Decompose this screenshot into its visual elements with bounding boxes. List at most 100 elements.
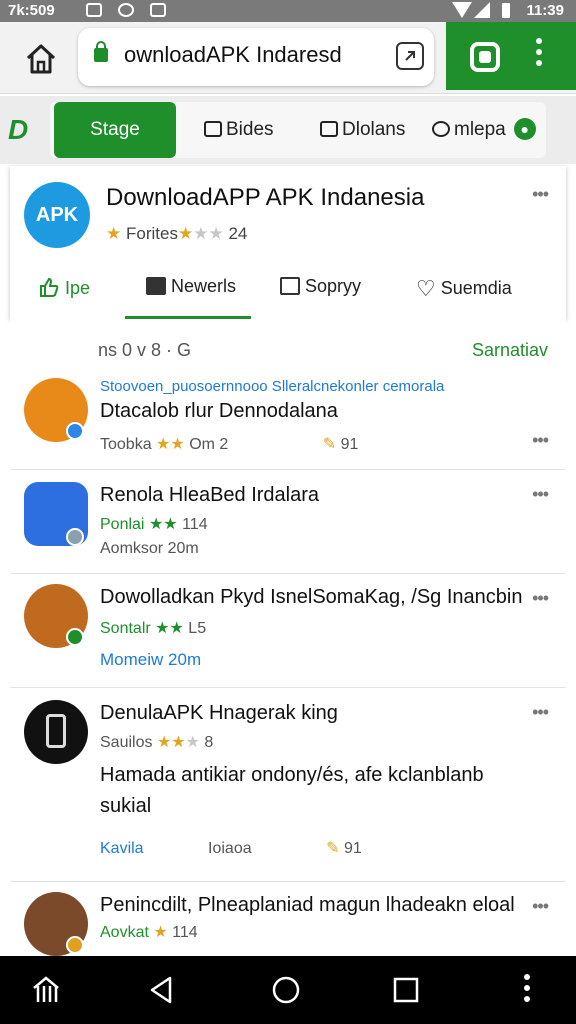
notification-icon xyxy=(86,3,102,17)
list-item[interactable]: Stoovoen_puosoernnooo Slleralcnekonler c… xyxy=(10,370,566,470)
more-icon[interactable]: ••• xyxy=(532,484,549,505)
status-bar: 7k:509 11:39 xyxy=(0,0,576,22)
message-icon xyxy=(150,3,166,17)
more-icon[interactable]: ••• xyxy=(532,896,549,917)
more-icon[interactable]: ••• xyxy=(532,184,549,205)
app-title: DownloadAPP APK Indanesia xyxy=(106,184,425,211)
item-title: Dowolladkan Pkyd IsnelSomaKag, /Sg Inanc… xyxy=(100,586,523,608)
rating-count: 24 xyxy=(228,224,248,243)
image-icon xyxy=(146,277,166,295)
star-icon: ★★ xyxy=(148,516,178,533)
thumb-icon: ✎ xyxy=(322,436,337,453)
nav-tab-bides[interactable]: Bides xyxy=(204,102,274,158)
thumbs-up-icon xyxy=(40,277,59,297)
item-meta: Aomksor 20m xyxy=(100,540,199,557)
item-meta: Toobka ★★ Om 2 ✎ 91 xyxy=(100,436,359,453)
url-text: ownloadAPK Indaresd xyxy=(124,42,342,67)
item-title: Dtacalob rlur Dennodalana xyxy=(100,400,338,422)
star-icon: ★★ xyxy=(155,620,184,637)
circle-icon xyxy=(432,121,450,137)
item-sub: Sauilos ★★★ 8 xyxy=(100,734,214,751)
star-icon: ★★ xyxy=(156,734,186,751)
star-icon: ★ xyxy=(106,224,122,243)
home-circle-icon[interactable] xyxy=(270,974,302,1006)
overflow-icon[interactable] xyxy=(524,974,532,1006)
phone-icon xyxy=(46,714,66,748)
nav-tab-stage[interactable]: Stage xyxy=(54,102,176,158)
item-meta: Kavila Ioiaoa ✎ 91 xyxy=(100,840,362,857)
nav-tab-label: Stage xyxy=(90,119,140,140)
tab-newerls[interactable]: Newerls xyxy=(146,276,236,297)
item-sub: Ponlai ★★ 114 xyxy=(100,516,208,533)
grid-icon xyxy=(204,121,222,137)
address-bar[interactable]: ownloadAPK Indaresd xyxy=(78,28,434,86)
status-time-left: 7k:509 xyxy=(8,2,55,19)
wifi-icon xyxy=(452,2,472,18)
tab-label: Sopryy xyxy=(305,276,362,296)
rating-label: Forites xyxy=(125,224,178,243)
app-rating: ★ Forites★★★ 24 xyxy=(106,224,247,244)
tab-switcher-button[interactable] xyxy=(396,42,424,70)
nav-tab-label: Bides xyxy=(226,119,274,140)
more-icon[interactable]: ••• xyxy=(532,430,549,451)
status-time-right: 11:39 xyxy=(526,2,564,19)
site-nav: D Stage Bides Dlolans mlepa ● xyxy=(0,96,576,164)
nav-tab-label: mlepa xyxy=(454,119,506,140)
nav-tab-dlolans[interactable]: Dlolans xyxy=(320,102,405,158)
thumb-icon: ✎ xyxy=(326,840,340,857)
item-meta: Momeiw 20m xyxy=(100,650,202,669)
more-icon[interactable]: ••• xyxy=(532,588,549,609)
nav-tab-label: Dlolans xyxy=(342,119,406,140)
app-list: ns 0 v 8 · G Sarnatiav Stoovoen_puosoern… xyxy=(10,320,566,960)
tab-suemdia[interactable]: ♡ Suemdia xyxy=(416,276,512,302)
home-icon[interactable] xyxy=(22,40,60,78)
lock-icon xyxy=(94,41,108,62)
app-tabs: Ipe Newerls Sopryy ♡ Suemdia xyxy=(10,264,566,320)
list-item[interactable]: DenulaAPK Hnagerak king Sauilos ★★★ 8 Ha… xyxy=(10,688,566,882)
item-sub: Aovkat ★ 114 xyxy=(100,924,198,941)
account-icon[interactable]: ● xyxy=(513,118,536,140)
list-item[interactable]: Renola HleaBed Irdalara Ponlai ★★ 114 Ao… xyxy=(10,470,566,574)
back-icon[interactable] xyxy=(146,974,178,1006)
active-tab-indicator xyxy=(125,316,251,319)
browser-actions xyxy=(446,22,576,90)
tab-label: Suemdia xyxy=(440,278,512,298)
item-top-text: Stoovoen_puosoernnooo Slleralcnekonler c… xyxy=(100,378,445,395)
system-nav-bar xyxy=(0,956,576,1024)
item-description: Hamada antikiar ondony/és, afe kclanblan… xyxy=(100,764,484,817)
square-icon xyxy=(320,121,338,137)
badge-icon xyxy=(66,528,84,546)
menu-dots-icon[interactable] xyxy=(536,38,544,74)
nav-tab-mlepa[interactable]: mlepa ● xyxy=(432,102,536,158)
tab-label: Newerls xyxy=(171,276,237,296)
list-item[interactable]: Dowolladkan Pkyd IsnelSomaKag, /Sg Inanc… xyxy=(10,574,566,688)
list-item[interactable]: Penincdilt, Plneaplaniad magun lhadeakn … xyxy=(10,882,566,960)
more-icon[interactable]: ••• xyxy=(532,702,549,723)
star-icon: ★ xyxy=(208,224,224,243)
launcher-icon[interactable] xyxy=(30,974,62,1006)
app-icon xyxy=(24,700,88,764)
star-icon: ★ xyxy=(193,224,209,243)
apk-logo: APK xyxy=(24,182,90,248)
item-sub: Sontalr ★★ L5 xyxy=(100,620,207,637)
sync-icon xyxy=(118,3,134,17)
camera-icon[interactable] xyxy=(470,42,500,72)
star-icon: ★★ xyxy=(156,436,185,453)
nav-tabs: Stage Bides Dlolans mlepa ● xyxy=(50,102,546,158)
list-sort-link[interactable]: Sarnatiav xyxy=(472,340,548,361)
heart-icon: ♡ xyxy=(416,276,436,301)
tab-ipe[interactable]: Ipe xyxy=(38,276,90,299)
tab-label: Ipe xyxy=(65,278,91,298)
tab-sopryy[interactable]: Sopryy xyxy=(280,276,361,297)
browser-toolbar: ownloadAPK Indaresd xyxy=(0,22,576,94)
site-logo[interactable]: D xyxy=(8,114,28,146)
recents-icon[interactable] xyxy=(390,974,422,1006)
list-filter[interactable]: ns 0 v 8 · G xyxy=(98,340,191,361)
star-icon: ★ xyxy=(153,924,168,941)
item-title: Penincdilt, Plneaplaniad magun lhadeakn … xyxy=(100,894,515,916)
verified-badge-icon xyxy=(66,422,84,440)
list-header: ns 0 v 8 · G Sarnatiav xyxy=(10,320,566,370)
badge-icon xyxy=(66,936,84,954)
star-icon: ★ xyxy=(177,224,194,243)
calendar-icon xyxy=(280,277,300,295)
